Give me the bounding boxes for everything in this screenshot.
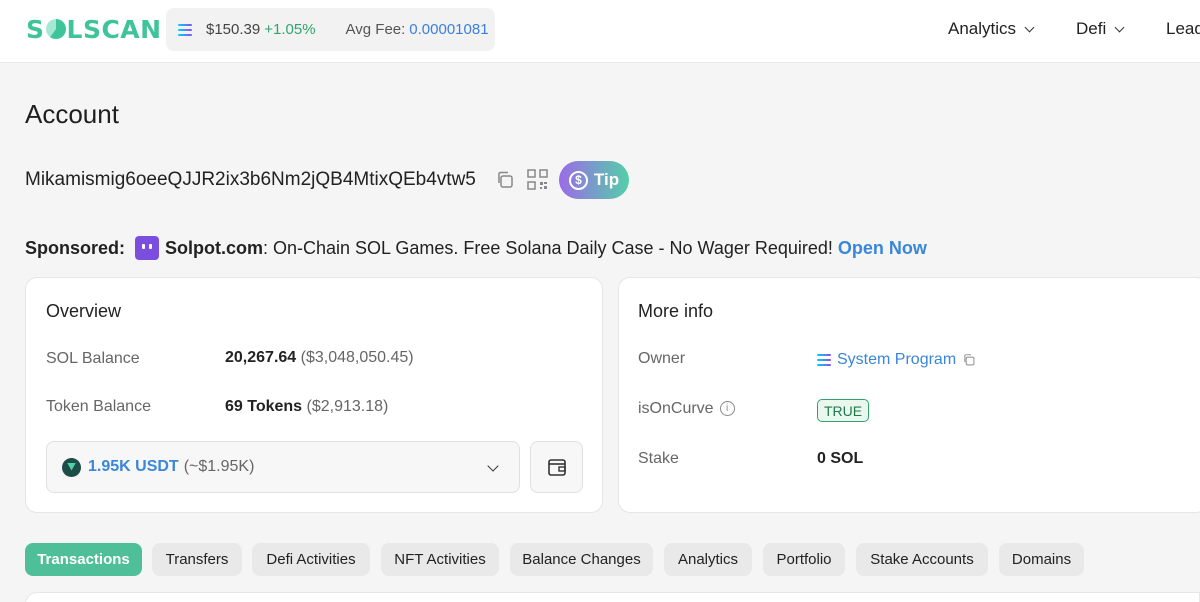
sponsored-banner: Sponsored: Solpot.com : On-Chain SOL Gam… xyxy=(25,236,927,260)
nav-analytics-label: Analytics xyxy=(948,19,1017,38)
selected-token-usd: (~$1.95K) xyxy=(183,458,255,475)
avg-fee-label: Avg Fee: xyxy=(345,21,406,38)
sol-price: $150.39 xyxy=(206,21,261,38)
sol-balance-label: SOL Balance xyxy=(46,350,140,367)
sol-balance-amount: 20,267.64 xyxy=(225,349,297,366)
logo-o-icon xyxy=(45,19,66,39)
stake-label: Stake xyxy=(638,450,679,467)
tab-transactions[interactable]: Transactions xyxy=(25,543,142,576)
tip-label: Tip xyxy=(593,170,620,189)
top-header: S LSCAN $150.39 +1.05% Avg Fee: 0.0000108… xyxy=(0,0,1200,63)
solana-icon xyxy=(817,354,831,366)
is-on-curve-label: isOnCurve i xyxy=(638,400,735,418)
overview-title: Overview xyxy=(46,301,122,321)
logo-text-end: LSCAN xyxy=(66,14,162,44)
usdt-icon xyxy=(62,457,81,477)
owner-value[interactable]: System Program xyxy=(817,351,976,369)
token-balance-usd: ($2,913.18) xyxy=(306,398,389,415)
logo-text-start: S xyxy=(26,14,45,44)
tab-analytics[interactable]: Analytics xyxy=(664,543,752,576)
is-on-curve-badge: TRUE xyxy=(817,399,869,422)
open-now-link[interactable]: Open Now xyxy=(838,238,927,259)
nav-lead-label: Lead xyxy=(1166,19,1200,38)
copy-icon[interactable] xyxy=(495,170,515,190)
owner-label: Owner xyxy=(638,350,686,367)
dollar-coin-icon: $ xyxy=(568,170,588,190)
is-on-curve-text: isOnCurve xyxy=(638,400,714,417)
sponsored-text: : On-Chain SOL Games. Free Solana Daily … xyxy=(263,237,833,258)
tab-domains[interactable]: Domains xyxy=(999,543,1084,576)
tab-nft-activities[interactable]: NFT Activities xyxy=(381,543,499,576)
nav-defi-label: Defi xyxy=(1076,19,1107,38)
more-info-title: More info xyxy=(638,301,714,321)
qr-code-icon[interactable] xyxy=(527,169,548,190)
solpot-logo-icon xyxy=(135,236,160,260)
tab-transfers[interactable]: Transfers xyxy=(152,543,242,576)
sponsored-site[interactable]: Solpot.com xyxy=(165,238,263,259)
tab-defi-activities[interactable]: Defi Activities xyxy=(252,543,370,576)
transactions-panel xyxy=(25,592,1200,602)
sol-balance-usd: ($3,048,050.45) xyxy=(300,349,414,366)
nav-analytics[interactable]: Analytics xyxy=(948,19,1035,39)
chevron-down-icon xyxy=(1114,22,1125,32)
info-icon[interactable]: i xyxy=(719,401,735,417)
tip-button[interactable]: $ Tip xyxy=(559,161,629,199)
sol-price-change: +1.05% xyxy=(264,21,316,38)
solscan-logo[interactable]: S LSCAN xyxy=(26,14,162,44)
owner-program-link[interactable]: System Program xyxy=(837,351,956,369)
selected-token-amount: 1.95K USDT xyxy=(88,458,179,475)
solana-icon xyxy=(178,23,192,36)
tab-stake-accounts[interactable]: Stake Accounts xyxy=(856,543,988,576)
avg-fee-value: 0.00001081 xyxy=(409,21,489,38)
token-dropdown[interactable]: 1.95K USDT (~$1.95K) xyxy=(46,441,520,493)
token-balance-value: 69 Tokens ($2,913.18) xyxy=(225,398,388,416)
copy-icon[interactable] xyxy=(962,353,976,367)
price-widget: $150.39 +1.05% Avg Fee: 0.00001081 xyxy=(166,8,495,51)
portfolio-button[interactable] xyxy=(530,441,583,493)
stake-amount: 0 SOL xyxy=(817,450,864,467)
token-balance-count: 69 Tokens xyxy=(225,398,303,415)
tab-portfolio[interactable]: Portfolio xyxy=(763,543,845,576)
sol-balance-value: 20,267.64 ($3,048,050.45) xyxy=(225,349,414,367)
chevron-down-icon xyxy=(1024,22,1035,32)
tab-balance-changes[interactable]: Balance Changes xyxy=(510,543,653,576)
page-title: Account xyxy=(25,99,119,129)
sponsored-label: Sponsored: xyxy=(25,237,126,258)
stake-value: 0 SOL xyxy=(817,450,863,468)
wallet-icon xyxy=(547,459,566,476)
nav-lead[interactable]: Lead xyxy=(1166,19,1200,39)
account-address: Mikamismig6oeeQJJR2ix3b6Nm2jQB4MtixQEb4v… xyxy=(25,169,476,190)
chevron-down-icon xyxy=(487,460,499,472)
nav-defi[interactable]: Defi xyxy=(1076,19,1125,39)
token-balance-label: Token Balance xyxy=(46,398,151,415)
